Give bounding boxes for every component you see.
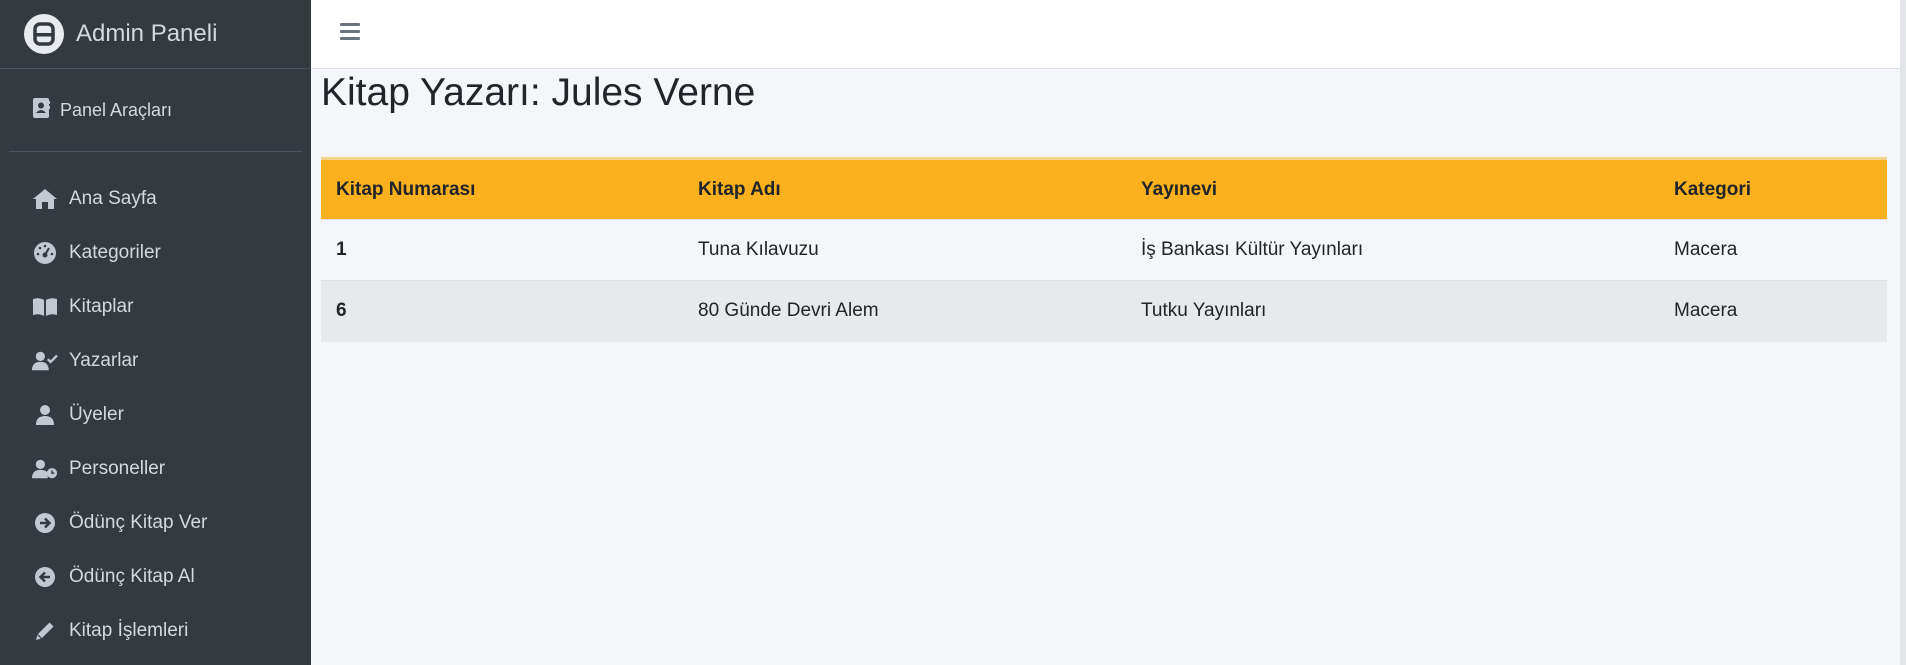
hamburger-icon[interactable] [340,23,360,41]
sidebar-item-label: Yazarlar [69,350,139,371]
sidebar-item-kategoriler[interactable]: Kategoriler [0,226,311,280]
sidebar-item-yazarlar[interactable]: Yazarlar [0,334,311,388]
books-table: Kitap Numarası Kitap Adı Yayınevi Katego… [321,157,1887,342]
user-check-icon [32,348,58,374]
cell-kitap-numarasi: 1 [321,219,683,281]
brand-link[interactable]: Admin Paneli [0,0,311,69]
home-icon [32,186,58,212]
arrow-circle-left-icon [32,564,58,590]
cell-kitap-adi: Tuna Kılavuzu [683,219,1126,281]
user-clock-icon [32,456,58,482]
pencil-icon [32,618,58,644]
table-row: 1 Tuna Kılavuzu İş Bankası Kültür Yayınl… [321,219,1887,281]
page-title: Kitap Yazarı: Jules Verne [321,71,756,114]
column-header-kategori: Kategori [1674,178,1752,200]
cell-yayinevi: İş Bankası Kültür Yayınları [1126,219,1659,281]
sidebar-item-kitaplar[interactable]: Kitaplar [0,280,311,334]
sidebar-item-label: Kitap İşlemleri [69,620,189,641]
page-scrollbar[interactable] [1900,0,1906,665]
sidebar-item-kitap-islemleri[interactable]: Kitap İşlemleri [0,604,311,658]
cell-yayinevi: Tutku Yayınları [1126,280,1659,342]
top-navbar [311,0,1906,69]
sidebar-nav: Ana Sayfa Kategoriler Kitaplar Yazarlar … [0,172,311,658]
sidebar-item-label: Üyeler [69,404,124,425]
user-icon [32,402,58,428]
sidebar-item-ana-sayfa[interactable]: Ana Sayfa [0,172,311,226]
cell-kategori: Macera [1659,219,1887,281]
table-row: 6 80 Günde Devri Alem Tutku Yayınları Ma… [321,280,1887,342]
brand-title: Admin Paneli [76,20,218,47]
brand-logo [24,14,64,54]
sidebar-item-odunc-kitap-ver[interactable]: Ödünç Kitap Ver [0,496,311,550]
logo-a-icon [33,22,55,46]
sidebar-item-uyeler[interactable]: Üyeler [0,388,311,442]
book-open-icon [32,294,58,320]
column-header-kitap-adi: Kitap Adı [698,178,781,200]
sidebar-item-label: Ödünç Kitap Al [69,566,195,587]
sidebar: Admin Paneli Panel Araçları Ana Sayfa Ka [0,0,311,665]
cell-kategori: Macera [1659,280,1887,342]
sidebar-item-label: Kategoriler [69,242,161,263]
arrow-circle-right-icon [32,510,58,536]
sidebar-item-personeller[interactable]: Personeller [0,442,311,496]
column-header-yayinevi: Yayınevi [1141,178,1218,200]
sidebar-item-label: Ana Sayfa [69,188,157,209]
books-table-container: Kitap Numarası Kitap Adı Yayınevi Katego… [321,157,1887,342]
panel-tools[interactable]: Panel Araçları [9,69,302,152]
panel-tools-label: Panel Araçları [60,99,173,120]
column-header-kitap-numarasi: Kitap Numarası [336,178,476,200]
cell-kitap-numarasi: 6 [321,280,683,342]
table-header-row: Kitap Numarası Kitap Adı Yayınevi Katego… [321,158,1887,220]
address-book-icon [32,97,50,124]
sidebar-item-label: Ödünç Kitap Ver [69,512,208,533]
gauge-icon [32,240,58,266]
sidebar-item-label: Personeller [69,458,166,479]
sidebar-item-odunc-kitap-al[interactable]: Ödünç Kitap Al [0,550,311,604]
cell-kitap-adi: 80 Günde Devri Alem [683,280,1126,342]
sidebar-item-label: Kitaplar [69,296,134,317]
